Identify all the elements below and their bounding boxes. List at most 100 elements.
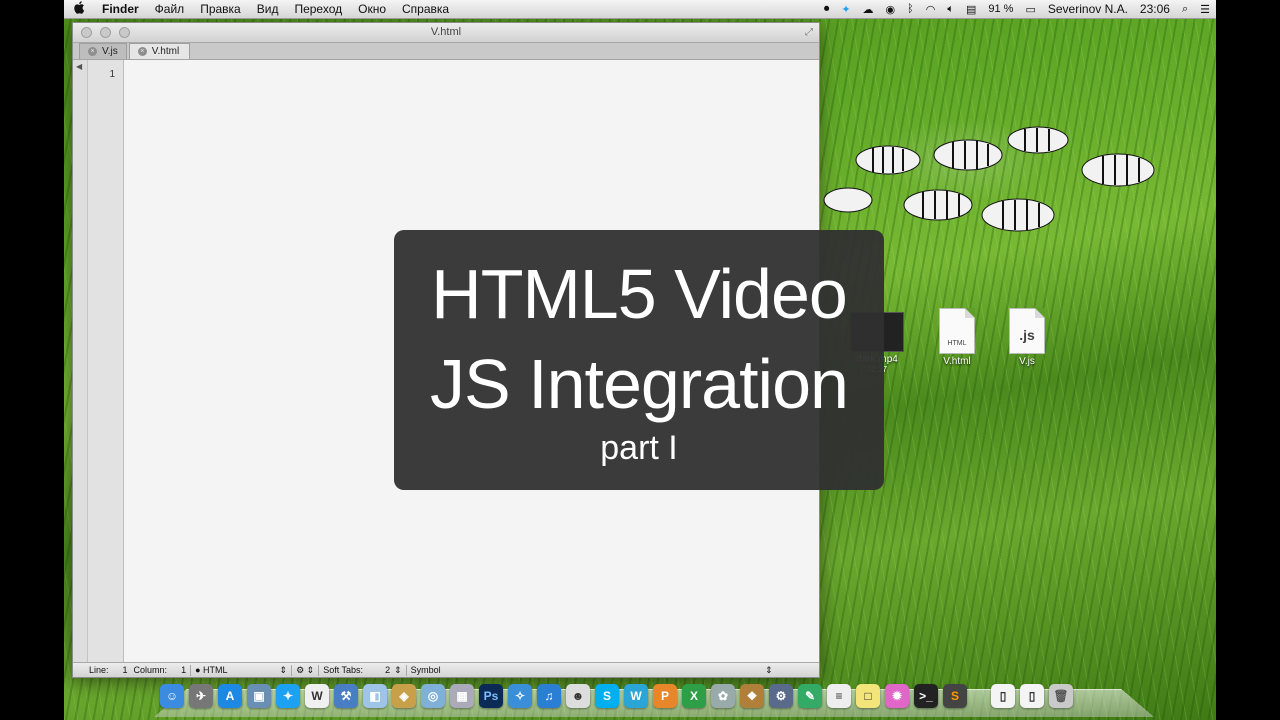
menu-file[interactable]: Файл [147, 2, 193, 16]
line-number-gutter: 1 [88, 60, 124, 663]
soft-tabs-label: Soft Tabs: [323, 665, 364, 675]
photoshop-icon[interactable]: Ps [479, 684, 503, 708]
notification-center-icon[interactable]: ☰ [1194, 3, 1216, 16]
js-file-icon: .js [1009, 308, 1045, 354]
terminal-icon[interactable]: >_ [914, 684, 938, 708]
title-line-1: HTML5 Video [431, 255, 848, 333]
dock-separator [972, 684, 986, 708]
vim-icon[interactable]: ✎ [798, 684, 822, 708]
app-store-icon[interactable]: A [218, 684, 242, 708]
screen-record-icon[interactable]: ⏺ [818, 3, 836, 16]
file-type-text: HTML [947, 340, 967, 347]
tab-v-html[interactable]: × V.html [128, 43, 191, 59]
html-file-icon: HTML [939, 308, 975, 354]
photos-icon[interactable]: ▦ [450, 684, 474, 708]
column-label: Column: [133, 665, 168, 675]
line-value: 1 [122, 665, 128, 675]
desktop-icon-v-js[interactable]: .js V.js [992, 308, 1062, 367]
column-value: 1 [181, 665, 187, 675]
volume-icon[interactable]: 🔈︎ [941, 3, 960, 16]
status-bar: Line: 1 Column: 1 ● HTML ⇕ ⚙ ⇕ Soft Tabs:… [73, 662, 819, 677]
menubar: Finder Файл Правка Вид Переход Окно Спра… [64, 0, 1216, 19]
skype-icon[interactable]: S [595, 684, 619, 708]
language-selector[interactable]: ● HTML ⇕ [195, 665, 287, 676]
tab-v-js[interactable]: × V.js [79, 43, 127, 59]
soft-tabs-value[interactable]: 2 [385, 665, 390, 675]
desktop-screen: dark.mp4 02:37 HTML V.html .js V.js Find… [64, 0, 1216, 720]
itunes-icon[interactable]: ♫ [537, 684, 561, 708]
tab-label: V.js [102, 46, 118, 57]
stickies-icon[interactable]: □ [856, 684, 880, 708]
title-line-3: part I [600, 429, 678, 467]
word-icon[interactable]: W [305, 684, 329, 708]
safari-icon[interactable]: ◎ [421, 684, 445, 708]
launchpad-icon[interactable]: ✈ [189, 684, 213, 708]
window-title: V.html [430, 26, 462, 38]
documents-stack-icon[interactable]: ▯ [991, 684, 1015, 708]
user-name[interactable]: Severinov N.A. [1042, 2, 1134, 16]
collapse-arrow-icon[interactable]: ◀ [76, 62, 82, 71]
window-titlebar[interactable]: V.html ⤢ [73, 23, 819, 43]
battery-percent[interactable]: 91 % [982, 3, 1019, 15]
gear-icon[interactable]: ⚙ ⇕ [296, 665, 314, 676]
symbol-selector[interactable]: Symbol ⇕ [411, 665, 773, 676]
apple-icon[interactable] [64, 1, 94, 17]
twitter-icon[interactable]: ✦ [835, 3, 856, 16]
close-tab-icon[interactable]: × [137, 47, 147, 56]
chevron-updown-icon: ⇕ [394, 664, 402, 675]
language-label: HTML [203, 664, 228, 675]
menu-edit[interactable]: Правка [192, 2, 249, 16]
flower-app-icon[interactable]: ✹ [885, 684, 909, 708]
desktop-icon-v-html[interactable]: HTML V.html [922, 308, 992, 367]
drive-icon[interactable]: ◉ [880, 3, 902, 16]
menu-view[interactable]: Вид [249, 2, 287, 16]
fold-strip[interactable]: ◀ [73, 60, 88, 663]
close-tab-icon[interactable]: × [88, 47, 97, 56]
separator [291, 664, 293, 676]
line-number: 1 [109, 69, 115, 80]
tab-label: V.html [151, 46, 180, 57]
twitter-dock-icon[interactable]: ✦ [276, 684, 300, 708]
spotlight-search-icon[interactable]: ⌕ [1176, 3, 1194, 16]
input-flag-icon[interactable]: ▤ [960, 3, 982, 16]
fullscreen-icon[interactable]: ⤢ [805, 27, 813, 38]
battery-icon[interactable]: ▭ [1019, 3, 1041, 16]
downloads-stack-icon[interactable]: ▯ [1020, 684, 1044, 708]
menu-go[interactable]: Переход [286, 2, 350, 16]
desktop-icon-label: V.html [943, 356, 971, 367]
file-type-text: .js [1019, 327, 1035, 343]
separator [318, 664, 320, 676]
pages-icon[interactable]: P [653, 684, 677, 708]
xcode-icon[interactable]: ⚒ [334, 684, 358, 708]
preview-icon[interactable]: ▣ [247, 684, 271, 708]
3d-app-icon[interactable]: ◈ [392, 684, 416, 708]
menubar-status-area: ⏺ ✦ ☁ ◉ ᛒ ◠ 🔈︎ ▤ 91 % ▭ Severinov N.A. 2… [818, 2, 1216, 16]
sublime-icon[interactable]: S [943, 684, 967, 708]
trash-icon[interactable]: 🗑︎ [1049, 684, 1073, 708]
chevron-updown-icon: ⇕ [279, 664, 288, 675]
wps-icon[interactable]: W [624, 684, 648, 708]
title-line-2: JS Integration [430, 345, 849, 423]
system-prefs-icon[interactable]: ⚙ [769, 684, 793, 708]
line-label: Line: [89, 665, 109, 675]
menu-finder[interactable]: Finder [94, 2, 147, 16]
excel-icon[interactable]: X [682, 684, 706, 708]
video-title-card: HTML5 Video JS Integration part I [394, 230, 884, 490]
photo-app-icon[interactable]: ✿ [711, 684, 735, 708]
facetime-icon[interactable]: ☻ [566, 684, 590, 708]
iphoto-icon[interactable]: ❖ [740, 684, 764, 708]
chevron-updown-icon: ⇕ [765, 664, 773, 675]
cloud-icon[interactable]: ☁ [857, 3, 880, 16]
menu-help[interactable]: Справка [394, 2, 457, 16]
clock[interactable]: 23:06 [1134, 2, 1176, 16]
tab-bar: × V.js × V.html [73, 43, 819, 60]
desktop-icon-label: V.js [1019, 356, 1035, 367]
notes-icon[interactable]: ≡ [827, 684, 851, 708]
finder-icon[interactable]: ☺ [160, 684, 184, 708]
menu-window[interactable]: Окно [350, 2, 394, 16]
bluetooth-icon[interactable]: ᛒ [901, 3, 920, 15]
symbol-label: Symbol [410, 664, 441, 675]
compass-icon[interactable]: ✧ [508, 684, 532, 708]
wifi-icon[interactable]: ◠ [920, 3, 942, 16]
box-icon[interactable]: ◧ [363, 684, 387, 708]
